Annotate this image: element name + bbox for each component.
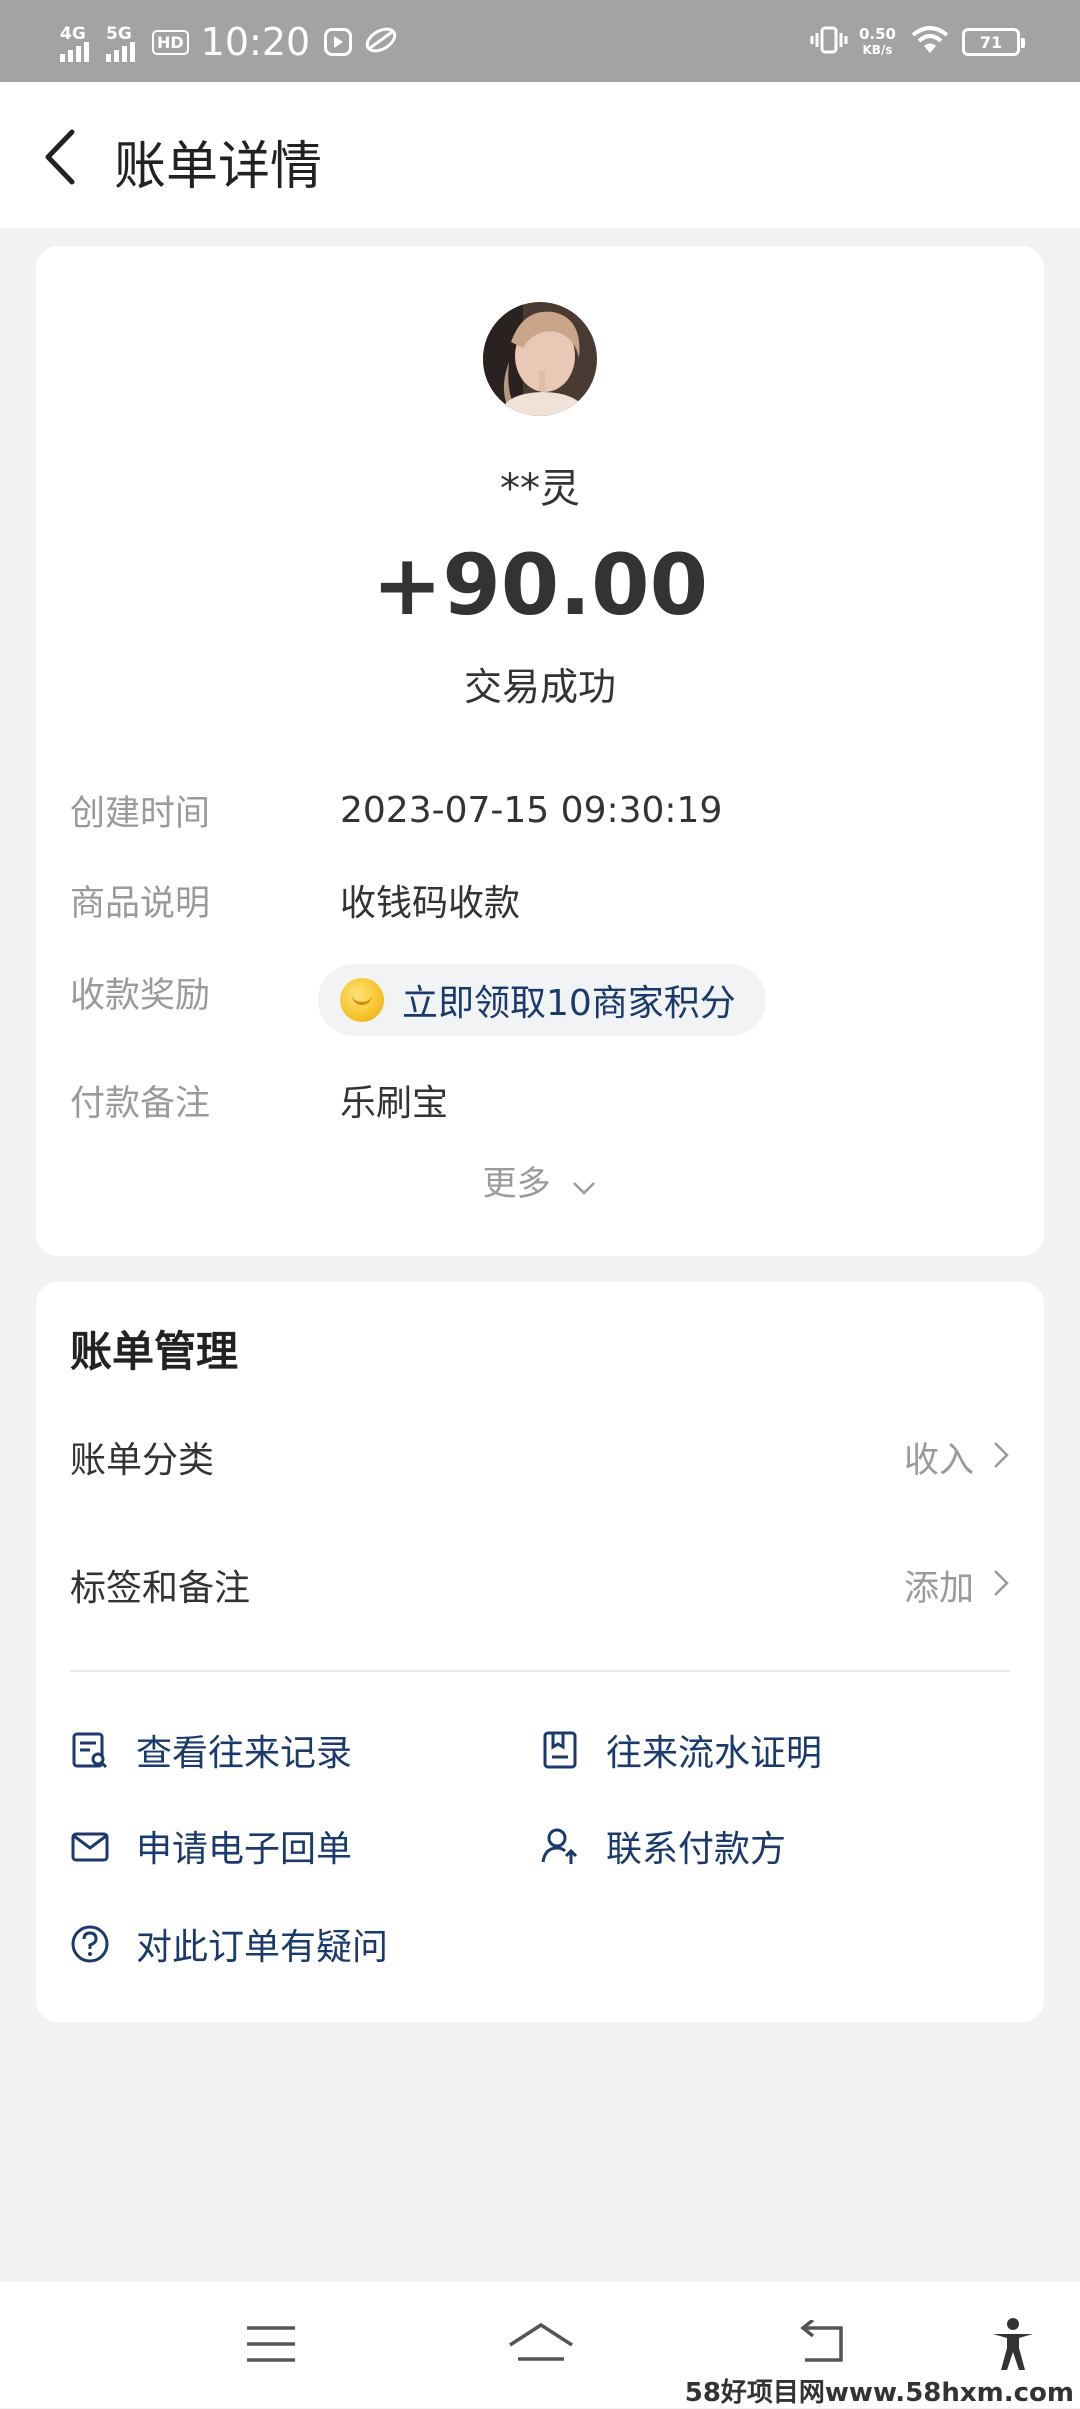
avatar[interactable]: [483, 302, 597, 416]
network-speed-unit: KB/s: [862, 43, 893, 57]
question-icon: [71, 1925, 109, 1963]
contact-person-icon: [541, 1828, 578, 1864]
order-question-link[interactable]: 对此订单有疑问: [70, 1914, 388, 1974]
view-records-link[interactable]: 查看往来记录: [70, 1720, 352, 1780]
payer-name: **灵: [500, 466, 580, 512]
detail-value: 收钱码收款: [340, 883, 521, 924]
claim-reward-label: 立即领取10商家积分: [402, 983, 736, 1024]
network-speed-value: 0.50: [858, 25, 896, 43]
bill-management-card: 账单管理 账单分类 收入 标签和备注 添加 查看往来记录 往来流水证明 申请电子…: [36, 1282, 1044, 2022]
chevron-right-icon: [992, 1567, 1010, 1603]
clock: 10:20: [200, 20, 311, 64]
section-title: 账单管理: [70, 1327, 239, 1376]
battery-level: 71: [979, 32, 1003, 52]
chevron-right-icon: [992, 1439, 1010, 1475]
bill-category-row[interactable]: 账单分类 收入: [70, 1422, 1010, 1492]
status-bar: 4G 5G HD 10:20 0.50 KB/s 71: [0, 0, 1080, 82]
detail-label: 创建时间: [70, 793, 211, 834]
app-header: 账单详情: [0, 82, 1080, 228]
watermark-text: 58好项目网www.58hxm.com: [684, 2378, 1074, 2408]
cellular-signal-4g-icon: 4G: [60, 22, 92, 62]
page-title: 账单详情: [114, 137, 323, 197]
transaction-status: 交易成功: [463, 665, 616, 709]
bill-category-label: 账单分类: [70, 1440, 215, 1481]
detail-value: 2023-07-15 09:30:19: [340, 789, 723, 831]
coin-icon: [340, 978, 384, 1022]
statement-proof-link[interactable]: 往来流水证明: [540, 1720, 822, 1780]
wifi-icon: [910, 25, 950, 59]
detail-row-payment-note: 付款备注 乐刷宝: [70, 1070, 1010, 1130]
envelope-icon: [71, 1832, 109, 1862]
status-bar-right: 0.50 KB/s 71: [809, 14, 1025, 70]
more-label: 更多: [482, 1164, 551, 1204]
back-arrow-icon: [800, 2320, 843, 2362]
tags-notes-label: 标签和备注: [70, 1568, 251, 1609]
menu-button[interactable]: [236, 2312, 306, 2376]
hd-voice-badge: HD: [152, 29, 189, 55]
transaction-card: **灵 +90.00 交易成功 创建时间 2023-07-15 09:30:19…: [36, 246, 1044, 1256]
accessibility-icon: [993, 2318, 1033, 2370]
records-icon: [72, 1732, 108, 1769]
detail-label: 付款备注: [70, 1083, 211, 1124]
menu-icon: [247, 2326, 295, 2362]
claim-reward-button[interactable]: 立即领取10商家积分: [318, 964, 766, 1036]
home-icon: [509, 2322, 573, 2361]
bill-category-value: 收入: [903, 1440, 974, 1481]
transaction-amount: +90.00: [371, 536, 709, 634]
link-label: 申请电子回单: [136, 1829, 353, 1870]
network-type-label: 5G: [106, 24, 132, 44]
tags-notes-row[interactable]: 标签和备注 添加: [70, 1550, 1010, 1620]
back-nav-button[interactable]: [788, 2312, 858, 2376]
battery-icon: 71: [962, 28, 1025, 56]
detail-label: 商品说明: [70, 883, 211, 924]
more-toggle[interactable]: 更多: [36, 1156, 1044, 1206]
vibrate-icon: [809, 25, 849, 59]
play-icon: [324, 28, 353, 56]
divider: [70, 1670, 1010, 1672]
statement-proof-icon: [543, 1731, 577, 1769]
link-label: 往来流水证明: [606, 1733, 823, 1774]
contact-payer-link[interactable]: 联系付款方: [540, 1816, 786, 1876]
home-button[interactable]: [506, 2312, 576, 2376]
chevron-left-icon: [45, 129, 75, 185]
status-bar-left: 4G 5G HD 10:20: [60, 14, 398, 70]
detail-label: 收款奖励: [70, 975, 211, 1016]
back-button[interactable]: [36, 122, 96, 192]
detail-row-created-time: 创建时间 2023-07-15 09:30:19: [70, 780, 1010, 840]
link-label: 查看往来记录: [136, 1733, 353, 1774]
link-label: 联系付款方: [606, 1829, 787, 1870]
link-label: 对此订单有疑问: [136, 1927, 389, 1968]
tags-notes-value: 添加: [903, 1568, 974, 1609]
chevron-down-icon: [571, 1166, 597, 1206]
cellular-signal-5g-icon: 5G: [106, 22, 138, 62]
leaf-icon: [364, 26, 398, 58]
e-receipt-link[interactable]: 申请电子回单: [70, 1816, 352, 1876]
network-type-label: 4G: [60, 24, 86, 44]
accessibility-button[interactable]: [978, 2312, 1048, 2376]
detail-value: 乐刷宝: [340, 1083, 449, 1124]
network-speed: 0.50 KB/s: [859, 26, 896, 58]
detail-row-product-desc: 商品说明 收钱码收款: [70, 870, 1010, 930]
